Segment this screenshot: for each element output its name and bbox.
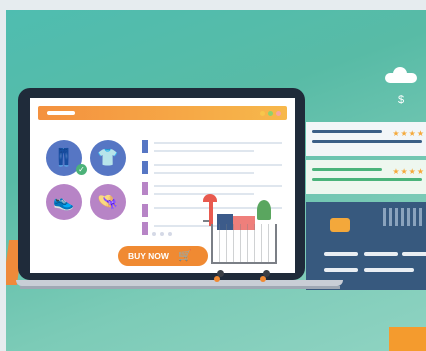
list-marker [142, 182, 148, 195]
window-dot [268, 111, 273, 116]
list-line [154, 185, 282, 187]
banner-frame: $ ★★★★ ★★★★ 👖 👕 ✓ 👟 👒 BUY NOW 🛒 [0, 0, 426, 351]
list-line [154, 164, 282, 166]
review-panel: ★★★★ [306, 122, 426, 156]
check-icon: ✓ [76, 164, 87, 175]
review-panel-green: ★★★★ [306, 160, 426, 194]
list-line [154, 150, 254, 152]
list-marker [142, 140, 148, 153]
address-pill [47, 111, 75, 115]
list-line [154, 172, 254, 174]
window-dot [260, 111, 265, 116]
cart-wheel [263, 270, 270, 277]
rating-stars: ★★★★ [392, 129, 425, 138]
list-line [154, 193, 254, 195]
list-marker [142, 222, 148, 235]
browser-bar [38, 106, 287, 120]
list-marker [142, 161, 148, 174]
card-barcode [383, 208, 423, 226]
rating-stars-green: ★★★★ [392, 167, 425, 176]
cart-basket [211, 224, 277, 264]
plant-icon [257, 200, 271, 220]
laptop-base-shadow [20, 286, 340, 289]
list-line [154, 142, 282, 144]
credit-card [306, 202, 426, 290]
tshirt-icon[interactable]: 👕 [90, 140, 126, 176]
pager-dot[interactable] [152, 232, 156, 236]
dollar-sign: $ [398, 94, 405, 106]
shopping-cart [203, 194, 289, 278]
hat-icon[interactable]: 👒 [90, 184, 126, 220]
cart-icon: 🛒 [178, 250, 192, 262]
corner-tab[interactable] [389, 327, 426, 351]
window-dot [276, 111, 281, 116]
umbrella-canopy [203, 194, 217, 202]
pager-dot[interactable] [160, 232, 164, 236]
cloud-icon [385, 67, 417, 83]
buy-now-button[interactable]: BUY NOW 🛒 [118, 246, 208, 266]
list-marker [142, 204, 148, 217]
pager-dot[interactable] [168, 232, 172, 236]
cart-wheel [217, 270, 224, 277]
buy-now-label: BUY NOW [128, 251, 169, 261]
ecommerce-illustration: $ ★★★★ ★★★★ 👖 👕 ✓ 👟 👒 BUY NOW 🛒 [6, 10, 426, 351]
card-chip [330, 218, 350, 232]
shoe-icon[interactable]: 👟 [46, 184, 82, 220]
